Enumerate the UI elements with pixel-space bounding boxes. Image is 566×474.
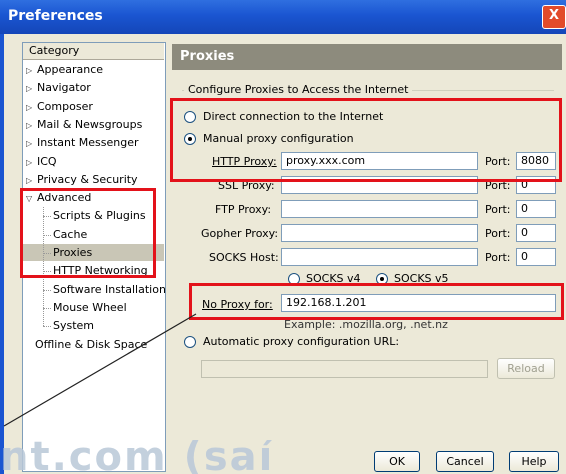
auto-proxy-label[interactable]: Automatic proxy configuration URL:: [203, 335, 399, 348]
panel-header: Proxies: [172, 44, 562, 70]
ftp-port-label: Port:: [485, 203, 511, 216]
category-item[interactable]: ▷ Navigator: [23, 79, 164, 96]
category-item-label: Mail & Newsgroups: [37, 117, 143, 131]
category-item-label: Composer: [37, 99, 93, 113]
reload-button[interactable]: Reload: [497, 358, 555, 379]
category-item-label: ICQ: [37, 154, 57, 168]
category-item[interactable]: ▷ Appearance: [23, 61, 164, 78]
category-item[interactable]: ▷ Privacy & Security: [23, 171, 164, 188]
category-item[interactable]: ▷ Instant Messenger: [23, 134, 164, 151]
collapsed-arrow-icon[interactable]: ▷: [26, 135, 34, 152]
gopher-port-input[interactable]: 0: [516, 224, 556, 242]
advanced-highlight: [20, 188, 156, 278]
auto-proxy-url-input[interactable]: [201, 360, 488, 378]
socks-host-input[interactable]: [281, 248, 478, 266]
category-item[interactable]: ▷ ICQ: [23, 153, 164, 170]
category-item-label: Privacy & Security: [37, 172, 138, 186]
manual-proxy-highlight: [170, 98, 562, 182]
socks-host-label: SOCKS Host:: [209, 251, 279, 264]
tree-connector: [43, 289, 51, 291]
ftp-proxy-input[interactable]: [281, 200, 478, 218]
gopher-proxy-label: Gopher Proxy:: [201, 227, 279, 240]
socks-port-label: Port:: [485, 251, 511, 264]
group-label: Configure Proxies to Access the Internet: [184, 83, 413, 96]
watermark: nt.com (saí: [0, 440, 275, 474]
collapsed-arrow-icon[interactable]: ▷: [26, 172, 34, 189]
callout-line: [3, 313, 197, 427]
ftp-proxy-label: FTP Proxy:: [215, 203, 272, 216]
category-item-label: Instant Messenger: [37, 136, 139, 150]
collapsed-arrow-icon[interactable]: ▷: [26, 117, 34, 134]
category-item-label: Appearance: [37, 63, 104, 76]
socks-port-input[interactable]: 0: [516, 248, 556, 266]
collapsed-arrow-icon[interactable]: ▷: [26, 154, 34, 171]
category-item-label: Navigator: [37, 81, 91, 95]
category-item[interactable]: ▷ Composer: [23, 98, 164, 115]
collapsed-arrow-icon[interactable]: ▷: [26, 80, 34, 97]
ftp-port-input[interactable]: 0: [516, 200, 556, 218]
panel-title: Proxies: [180, 49, 235, 64]
category-header-label: Category: [29, 44, 80, 57]
category-item-label: Software Installation: [53, 282, 166, 296]
gopher-port-label: Port:: [485, 227, 511, 240]
category-header: Category: [23, 43, 164, 60]
category-item[interactable]: ▷ Mail & Newsgroups: [23, 116, 164, 133]
window-title: Preferences: [8, 8, 103, 24]
collapsed-arrow-icon[interactable]: ▷: [26, 62, 34, 79]
gopher-proxy-input[interactable]: [281, 224, 478, 242]
category-item[interactable]: Software Installation: [23, 281, 166, 298]
close-button[interactable]: X: [542, 5, 566, 29]
collapsed-arrow-icon[interactable]: ▷: [26, 99, 34, 116]
no-proxy-highlight: [189, 283, 564, 320]
